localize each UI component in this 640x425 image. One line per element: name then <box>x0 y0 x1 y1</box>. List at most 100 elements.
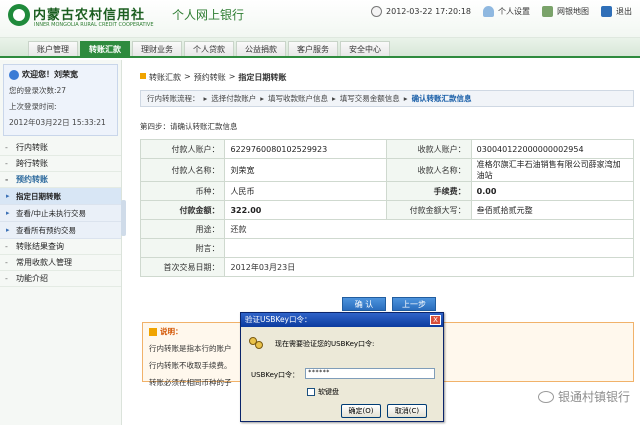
clock-icon <box>371 6 383 17</box>
table-row: 币种： 人民币 手续费： 0.00 <box>139 181 635 201</box>
sidebar-item-scheduled-transfer[interactable]: 预约转账 <box>0 172 121 188</box>
step-payee-info: 填写收款账户信息 <box>268 94 329 103</box>
breadcrumb-item[interactable]: 转账汇款 <box>149 72 181 83</box>
tab-donation[interactable]: 公益捐款 <box>236 41 286 56</box>
breadcrumb-separator: > <box>228 72 236 81</box>
bank-title: 个人网上银行 <box>172 8 245 22</box>
welcome-line: 欢迎您！刘荣宽 <box>9 69 112 80</box>
transfer-info-table: 付款人账户： 6229760080102529923 收款人账户： 030040… <box>139 139 635 277</box>
tab-customer-service[interactable]: 客户服务 <box>288 41 338 56</box>
site-map-link[interactable]: 网银地图 <box>557 6 589 17</box>
tab-transfer[interactable]: 转账汇款 <box>80 41 130 56</box>
sidebar-item-features[interactable]: 功能介绍 <box>0 271 121 287</box>
user-icon <box>9 69 19 80</box>
close-icon[interactable]: X <box>430 315 441 325</box>
step-arrow: ▸ <box>332 94 336 103</box>
sidebar-subitem-date-transfer[interactable]: 指定日期转账 <box>0 188 121 205</box>
step-arrow: ▸ <box>403 94 408 103</box>
wechat-icon <box>537 390 554 403</box>
note-icon <box>149 327 157 336</box>
last-login-time: 2012年03月22日 15:33:21 <box>9 118 106 127</box>
tab-security-center[interactable]: 安全中心 <box>340 41 390 56</box>
dialog-titlebar[interactable]: 验证USBKey口令： X <box>241 313 443 327</box>
sidebar: 欢迎您！刘荣宽 您的登录次数:27 上次登录时间: 2012年03月22日 15… <box>0 60 122 425</box>
main-nav: 账户管理 转账汇款 理财业务 个人贷款 公益捐款 客户服务 安全中心 <box>0 38 640 58</box>
step-confirm: 确认转账汇款信息 <box>411 94 472 103</box>
table-row: 付款人账户： 6229760080102529923 收款人账户： 030040… <box>139 139 635 159</box>
breadcrumb-item[interactable]: 预约转账 <box>194 72 226 83</box>
sidebar-item-payee-management[interactable]: 常用收款人管理 <box>0 255 121 271</box>
soft-keyboard-label[interactable]: 软键盘 <box>318 387 339 397</box>
exit-link[interactable]: 退出 <box>616 6 632 17</box>
usbkey-dialog: 验证USBKey口令： X 现在需要验证您的USBKey口令: USBKey口令… <box>240 312 444 422</box>
confirm-button[interactable]: 确 认 <box>342 297 386 311</box>
sidebar-subitem-pending-transactions[interactable]: 查看/中止未执行交易 <box>0 205 121 222</box>
usbkey-password-input[interactable]: ****** <box>305 368 435 379</box>
keys-icon <box>249 337 265 351</box>
previous-step-button[interactable]: 上一步 <box>392 297 436 311</box>
personal-settings-link[interactable]: 个人设置 <box>498 6 530 17</box>
remark-value <box>224 238 634 258</box>
dialog-buttons: 确定(O) 取消(C) <box>341 404 427 418</box>
tab-loan[interactable]: 个人贷款 <box>184 41 234 56</box>
soft-keyboard-toggle[interactable]: 软键盘 <box>307 387 339 397</box>
fee-value: 0.00 <box>470 181 635 201</box>
action-buttons: 确 认 上一步 <box>342 297 436 311</box>
sitemap-icon[interactable] <box>542 6 553 17</box>
tab-wealth[interactable]: 理财业务 <box>132 41 182 56</box>
dialog-message: 现在需要验证您的USBKey口令: <box>275 340 375 348</box>
table-row: 用途： 还款 <box>139 219 634 239</box>
process-steps: 行内转账流程： ▸ 选择付款账户 ▸ 填写收款账户信息 ▸ 填写交易金额信息 ▸… <box>140 90 634 107</box>
sidebar-subitem-all-scheduled[interactable]: 查看所有预约交易 <box>0 222 121 239</box>
amount-upper-label: 付款金额大写： <box>386 200 472 220</box>
step-select-account: 选择付款账户 <box>211 94 257 103</box>
payee-name-label: 收款人名称： <box>386 158 472 182</box>
sidebar-collapse-handle[interactable] <box>121 200 126 236</box>
step-amount-info: 填写交易金额信息 <box>339 94 400 103</box>
sidebar-item-transfer-results[interactable]: 转账结果查询 <box>0 239 121 255</box>
table-row: 首次交易日期： 2012年03月23日 <box>139 257 634 277</box>
soft-keyboard-checkbox[interactable] <box>307 388 315 396</box>
dialog-body: 现在需要验证您的USBKey口令: USBKey口令： ****** 软键盘 确… <box>241 327 443 422</box>
sidebar-item-intrabank-transfer[interactable]: 行内转账 <box>0 140 121 156</box>
dialog-title: 验证USBKey口令： <box>245 315 312 324</box>
fee-label: 手续费： <box>386 181 472 201</box>
ok-button[interactable]: 确定(O) <box>341 404 381 418</box>
breadcrumb-icon <box>140 73 146 79</box>
payer-name-label: 付款人名称： <box>139 158 226 182</box>
breadcrumb-current: 指定日期转账 <box>238 73 287 82</box>
payer-account-value: 6229760080102529923 <box>224 139 388 159</box>
person-icon[interactable] <box>483 6 494 17</box>
first-date-value: 2012年03月23日 <box>224 257 634 277</box>
remark-label: 附言： <box>139 238 226 258</box>
last-login-label: 上次登录时间: <box>9 102 57 111</box>
header: 内蒙古农村信用社 INNER MONGOLIA RURAL CREDIT COO… <box>0 0 640 38</box>
payee-account-label: 收款人账户： <box>386 139 472 159</box>
bank-logo-icon <box>8 4 30 26</box>
datetime: 2012-03-22 17:20:18 <box>386 7 471 16</box>
logo-subtitle: INNER MONGOLIA RURAL CREDIT COOPERATIVE <box>34 22 154 28</box>
steps-label: 行内转账流程： <box>147 94 200 103</box>
watermark-text: 银通村镇银行 <box>557 390 630 404</box>
user-info-box: 欢迎您！刘荣宽 您的登录次数:27 上次登录时间: 2012年03月22日 15… <box>3 64 118 136</box>
step-title: 第四步：请确认转账汇款信息 <box>140 122 238 131</box>
breadcrumb-separator: > <box>184 72 191 81</box>
amount-value: 322.00 <box>224 200 388 220</box>
watermark: 银通村镇银行 <box>537 388 630 405</box>
table-row: 附言： <box>139 238 634 258</box>
welcome-text: 欢迎您！刘荣宽 <box>22 70 78 79</box>
sidebar-menu: 行内转账 跨行转账 预约转账 指定日期转账 查看/中止未执行交易 查看所有预约交… <box>0 140 121 287</box>
tab-account-management[interactable]: 账户管理 <box>28 41 78 56</box>
step-arrow: ▸ <box>203 94 208 103</box>
logo-text: 内蒙古农村信用社 <box>33 8 146 23</box>
payee-name-value: 准格尔旗汇丰石油销售有限公司薛家湾加油站 <box>470 158 635 182</box>
table-row: 付款金额： 322.00 付款金额大写： 叁佰贰拾贰元整 <box>139 200 635 220</box>
cancel-button[interactable]: 取消(C) <box>387 404 427 418</box>
exit-icon[interactable] <box>601 6 612 17</box>
purpose-label: 用途： <box>139 219 226 239</box>
currency-value: 人民币 <box>224 181 388 201</box>
first-date-label: 首次交易日期： <box>139 257 226 277</box>
currency-label: 币种： <box>139 181 226 201</box>
header-tools: 2012-03-22 17:20:18 个人设置 网银地图 退出 <box>371 6 632 17</box>
sidebar-item-interbank-transfer[interactable]: 跨行转账 <box>0 156 121 172</box>
